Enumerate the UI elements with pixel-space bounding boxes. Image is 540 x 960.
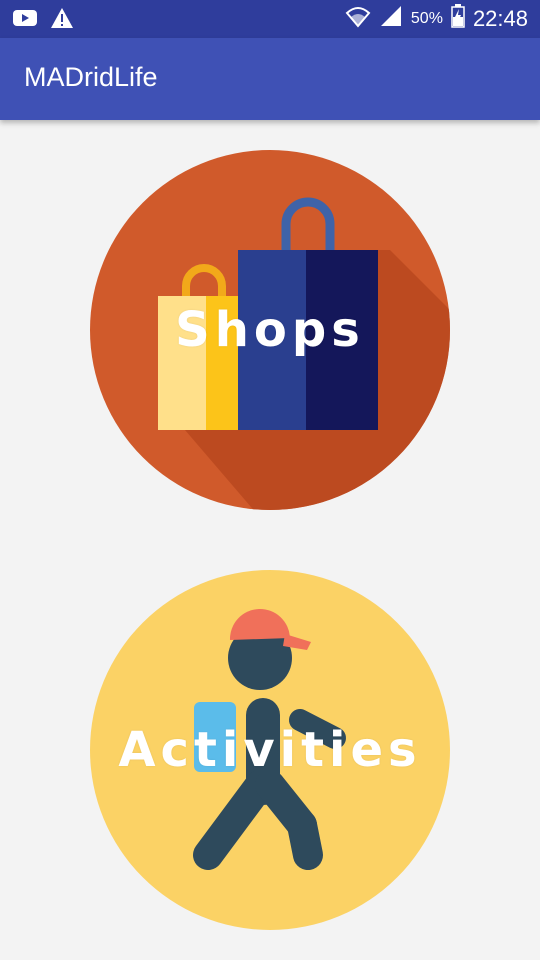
- battery-percent: 50%: [410, 9, 443, 27]
- status-bar: 50% 22:48: [0, 0, 540, 38]
- signal-icon: [379, 4, 403, 33]
- wifi-icon: [345, 4, 371, 33]
- app-bar: MADridLife: [0, 38, 540, 120]
- battery-icon: [451, 4, 465, 33]
- warning-icon: [50, 7, 74, 34]
- system-icons: 50% 22:48: [345, 4, 528, 33]
- shops-button[interactable]: Shops: [90, 150, 450, 510]
- activities-button[interactable]: Activities: [90, 570, 450, 930]
- notification-icons: [12, 7, 74, 34]
- activities-label: Activities: [118, 722, 422, 778]
- app-title: MADridLife: [24, 62, 158, 92]
- shops-label: Shops: [175, 302, 365, 358]
- clock: 22:48: [472, 5, 528, 31]
- youtube-icon: [12, 8, 38, 33]
